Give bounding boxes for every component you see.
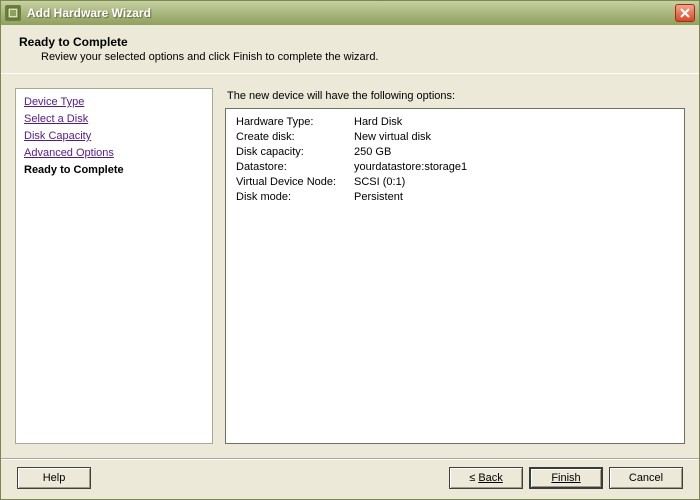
- back-button[interactable]: ≤ Back: [449, 467, 523, 489]
- cancel-button-label: Cancel: [629, 472, 663, 484]
- help-button-label: Help: [43, 472, 66, 484]
- summary-value: Hard Disk: [354, 115, 402, 130]
- back-button-prefix: ≤: [469, 472, 478, 484]
- summary-label: Datastore:: [236, 160, 354, 175]
- wizard-footer: Help ≤ Back Finish Cancel: [1, 458, 699, 499]
- summary-row: Create disk: New virtual disk: [236, 130, 674, 145]
- summary-label: Virtual Device Node:: [236, 175, 354, 190]
- summary-value: Persistent: [354, 190, 403, 205]
- summary-value: 250 GB: [354, 145, 391, 160]
- summary-label: Disk capacity:: [236, 145, 354, 160]
- summary-value: yourdatastore:storage1: [354, 160, 467, 175]
- summary-row: Disk mode: Persistent: [236, 190, 674, 205]
- nav-step-device-type[interactable]: Device Type: [24, 95, 204, 110]
- close-icon: [680, 8, 690, 18]
- nav-step-disk-capacity[interactable]: Disk Capacity: [24, 129, 204, 144]
- finish-button[interactable]: Finish: [529, 467, 603, 489]
- content-pane: The new device will have the following o…: [225, 88, 685, 444]
- summary-row: Datastore: yourdatastore:storage1: [236, 160, 674, 175]
- summary-label: Hardware Type:: [236, 115, 354, 130]
- nav-step-ready-complete: Ready to Complete: [24, 163, 204, 178]
- help-button[interactable]: Help: [17, 467, 91, 489]
- step-nav: Device Type Select a Disk Disk Capacity …: [15, 88, 213, 444]
- finish-button-label: Finish: [551, 472, 580, 484]
- summary-label: Disk mode:: [236, 190, 354, 205]
- content-intro: The new device will have the following o…: [225, 88, 685, 108]
- summary-row: Virtual Device Node: SCSI (0:1): [236, 175, 674, 190]
- wizard-window: Add Hardware Wizard Ready to Complete Re…: [0, 0, 700, 500]
- summary-value: SCSI (0:1): [354, 175, 405, 190]
- summary-row: Hardware Type: Hard Disk: [236, 115, 674, 130]
- page-title: Ready to Complete: [19, 35, 681, 49]
- summary-label: Create disk:: [236, 130, 354, 145]
- page-subtitle: Review your selected options and click F…: [41, 51, 681, 63]
- nav-step-advanced-options[interactable]: Advanced Options: [24, 146, 204, 161]
- summary-value: New virtual disk: [354, 130, 431, 145]
- close-button[interactable]: [675, 4, 695, 22]
- cancel-button[interactable]: Cancel: [609, 467, 683, 489]
- app-icon: [5, 5, 21, 21]
- wizard-body: Device Type Select a Disk Disk Capacity …: [1, 74, 699, 458]
- titlebar: Add Hardware Wizard: [1, 1, 699, 25]
- back-button-label: Back: [478, 472, 502, 484]
- nav-step-select-disk[interactable]: Select a Disk: [24, 112, 204, 127]
- summary-row: Disk capacity: 250 GB: [236, 145, 674, 160]
- window-title: Add Hardware Wizard: [27, 6, 675, 20]
- options-summary-box: Hardware Type: Hard Disk Create disk: Ne…: [225, 108, 685, 444]
- wizard-header: Ready to Complete Review your selected o…: [1, 25, 699, 73]
